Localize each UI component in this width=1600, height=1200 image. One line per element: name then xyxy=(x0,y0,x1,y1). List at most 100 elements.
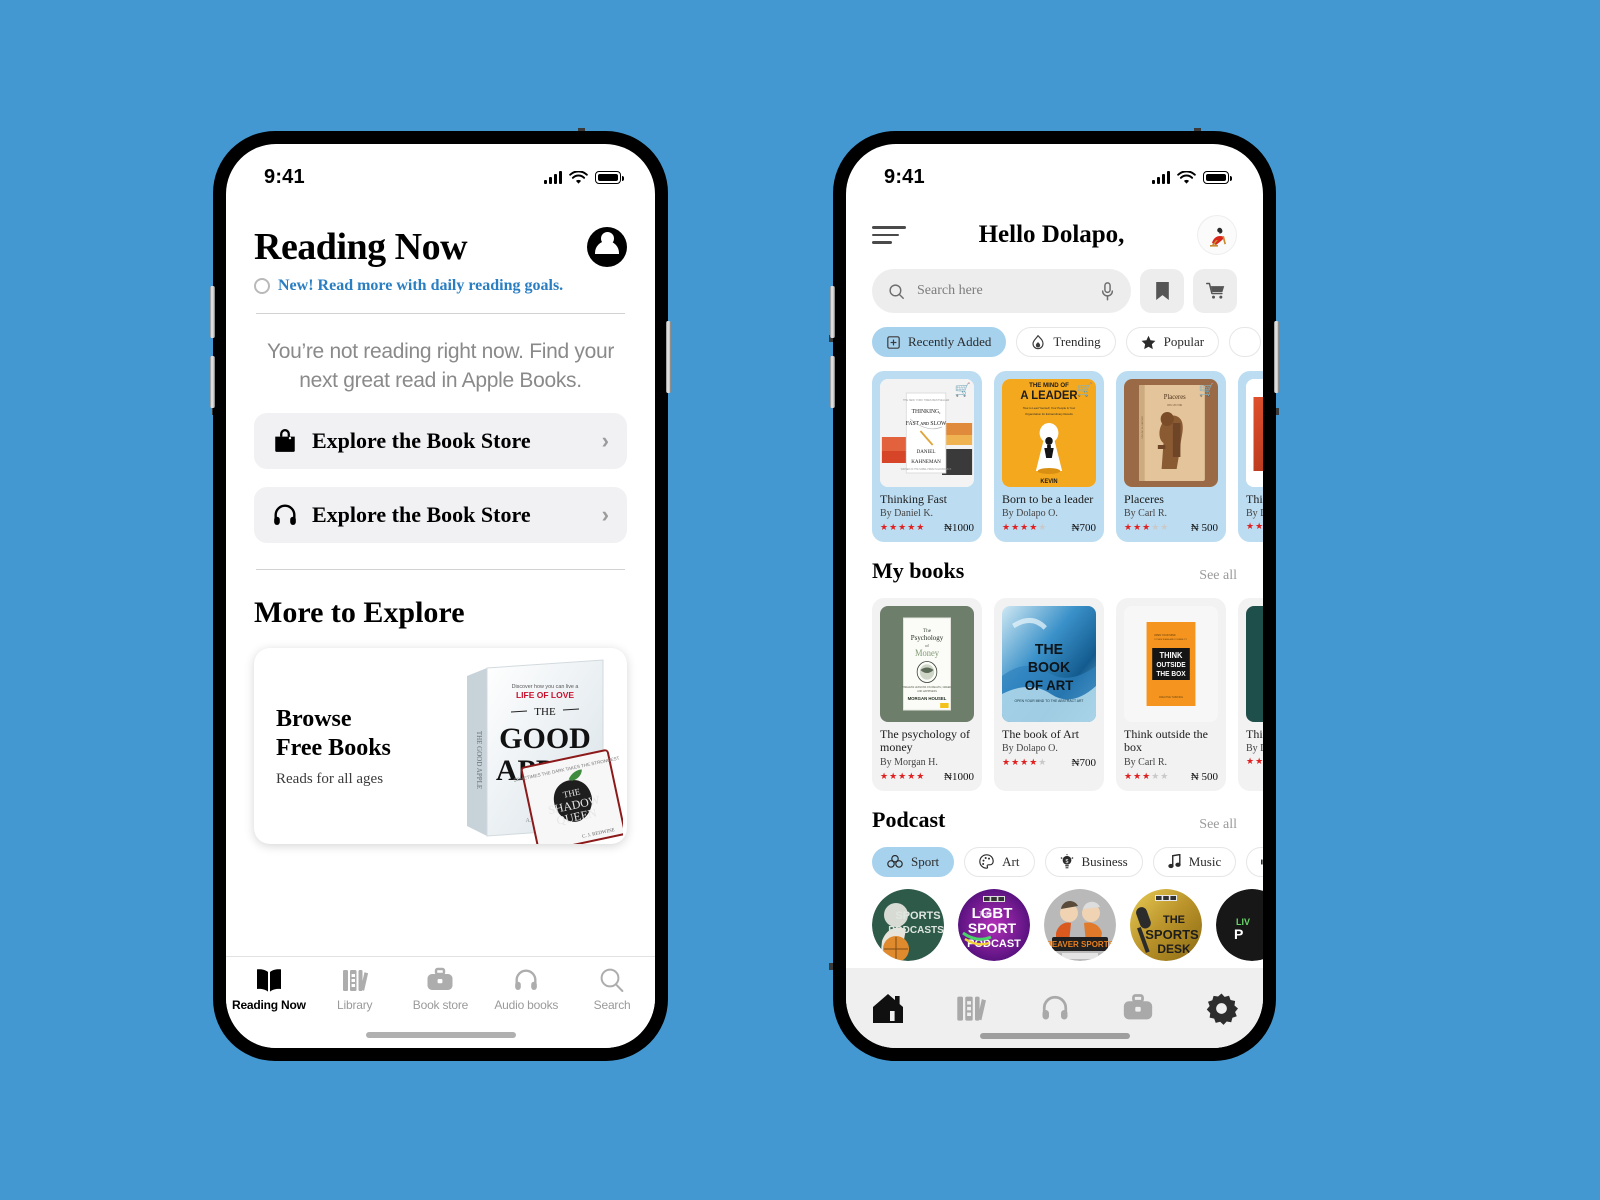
divider xyxy=(256,569,625,571)
svg-text:Psychology: Psychology xyxy=(911,634,944,642)
microphone-icon[interactable] xyxy=(1100,281,1115,301)
home-indicator[interactable] xyxy=(365,1032,516,1038)
battery-full-icon xyxy=(1203,171,1232,184)
explore-audio-store-button[interactable]: Explore the Book Store › xyxy=(254,487,627,544)
canvas: 9:41 Reading Now New! Read more with dai… xyxy=(0,0,1600,1200)
podcast-cover[interactable]: THE LGBT SPORT PODCAST xyxy=(958,888,1030,961)
tab-audio-books[interactable]: Audio books xyxy=(483,967,569,1012)
nav-item-library[interactable] xyxy=(929,993,1012,1023)
see-all-link[interactable]: See all xyxy=(1199,817,1237,833)
svg-text:P: P xyxy=(1234,926,1243,942)
power-button[interactable] xyxy=(1274,321,1279,393)
browse-free-books-card[interactable]: Browse Free Books Reads for all ages THE… xyxy=(254,648,627,845)
nav-item-settings[interactable] xyxy=(1180,992,1263,1025)
book-card[interactable]: Thin By D ★★★ xyxy=(1238,598,1263,791)
tab-search[interactable]: Search xyxy=(569,967,655,1012)
bookshelf-icon xyxy=(957,996,987,1021)
book-cover: Placeres DEL LECTOR ANA M. LLORENTE 🛒 xyxy=(1124,379,1218,487)
cart-add-icon[interactable]: 🛒 xyxy=(1199,382,1215,398)
volume-down-button[interactable] xyxy=(210,356,215,408)
book-card[interactable]: The Psychology of Money TIMELESS LESSONS… xyxy=(872,598,982,791)
volume-up-button[interactable] xyxy=(830,286,835,338)
rating-stars: ★★★★★ xyxy=(1124,523,1170,534)
section-title: My books xyxy=(872,558,965,584)
nav-item-home[interactable] xyxy=(846,993,929,1024)
featured-books-carousel[interactable]: THE NEW YORK TIMES BESTSELLER THINKING, … xyxy=(846,357,1263,543)
chip-fitness[interactable]: Fitness xyxy=(1246,846,1263,877)
book-price: ₦1000 xyxy=(944,522,974,535)
cart-button[interactable] xyxy=(1193,269,1237,313)
status-bar: 9:41 xyxy=(226,144,655,189)
svg-text:Placeres: Placeres xyxy=(1164,394,1186,401)
tab-reading-now[interactable]: Reading Now xyxy=(226,967,312,1012)
book-price: ₦1000 xyxy=(944,770,974,783)
hamburger-menu-icon[interactable] xyxy=(872,226,906,244)
book-covers-artwork: THE GOOD APPLE Discover how you can live… xyxy=(467,659,623,845)
chip-recently-added[interactable]: Recently Added xyxy=(872,327,1007,357)
book-card[interactable]: Thi By D ★★★ xyxy=(1238,371,1263,543)
tab-book-store[interactable]: Book store xyxy=(398,967,484,1012)
podcast-chip-row[interactable]: Sport Art $ Business Music xyxy=(846,833,1263,877)
volume-down-button[interactable] xyxy=(830,356,835,408)
home-indicator[interactable] xyxy=(979,1033,1130,1039)
svg-text:Organization for Extraordinary: Organization for Extraordinary Results xyxy=(1025,412,1073,416)
filter-chip-row[interactable]: Recently Added Trending Popular xyxy=(846,313,1263,357)
bookmark-icon xyxy=(1155,282,1169,300)
podcast-cover[interactable]: SPORTS PODCASTS xyxy=(872,888,944,961)
podcast-cover[interactable]: LIV P xyxy=(1216,888,1263,961)
podcast-carousel[interactable]: SPORTS PODCASTS THE LGBT SPORT PODCAST B… xyxy=(846,877,1263,961)
cart-add-icon[interactable]: 🛒 xyxy=(955,382,971,398)
bookmark-button[interactable] xyxy=(1140,269,1184,313)
star-icon xyxy=(1141,335,1156,349)
chip-business[interactable]: $ Business xyxy=(1044,846,1143,877)
see-all-link[interactable]: See all xyxy=(1199,568,1237,584)
nav-item-audio[interactable] xyxy=(1013,993,1096,1023)
rating-stars: ★★★★★ xyxy=(1002,758,1048,769)
chip-trending[interactable]: Trending xyxy=(1016,327,1116,357)
tab-label: Search xyxy=(593,998,631,1012)
volume-up-button[interactable] xyxy=(210,286,215,338)
lightbulb-money-icon: $ xyxy=(1060,853,1073,868)
svg-text:OUTSIDE: OUTSIDE xyxy=(1156,662,1186,669)
tab-label: Reading Now xyxy=(231,998,306,1012)
book-cover xyxy=(1246,606,1263,723)
svg-text:THINK: THINK xyxy=(1160,651,1183,660)
cellular-bars-icon xyxy=(1152,171,1170,184)
book-author: By D xyxy=(1246,508,1263,520)
nav-item-store[interactable] xyxy=(1096,993,1179,1023)
book-cover: THE NEW YORK TIMES BESTSELLER THINKING, … xyxy=(880,379,974,487)
phone-left-screen: 9:41 Reading Now New! Read more with dai… xyxy=(226,144,655,1048)
book-author: By Daniel K. xyxy=(880,508,934,520)
progress-ring-icon xyxy=(254,278,270,294)
book-cover: OPEN YOUR MIND TO NEW IDEAS AND POSSIBIL… xyxy=(1124,606,1218,723)
podcast-cover[interactable]: BEAVER SPORTS xyxy=(1044,888,1116,961)
daily-goals-banner[interactable]: New! Read more with daily reading goals. xyxy=(254,277,627,295)
my-books-carousel[interactable]: The Psychology of Money TIMELESS LESSONS… xyxy=(846,584,1263,791)
user-avatar-icon[interactable] xyxy=(1197,215,1237,255)
chip-overflow[interactable] xyxy=(1229,327,1262,357)
book-card[interactable]: OPEN YOUR MIND TO NEW IDEAS AND POSSIBIL… xyxy=(1116,598,1226,791)
book-card[interactable]: THE BOOK OF ART OPEN YOUR MIND TO THE AB… xyxy=(994,598,1104,791)
book-card[interactable]: THE NEW YORK TIMES BESTSELLER THINKING, … xyxy=(872,371,982,543)
search-input[interactable]: Search here xyxy=(872,269,1131,313)
open-book-icon xyxy=(256,969,281,992)
chip-art[interactable]: Art xyxy=(964,846,1035,877)
svg-text:SPORTS: SPORTS xyxy=(895,910,940,922)
explore-book-store-button[interactable]: Explore the Book Store › xyxy=(254,413,627,470)
book-cover: THE MIND OF A LEADER How to Lead Yoursel… xyxy=(1002,379,1096,487)
chip-sport[interactable]: Sport xyxy=(872,846,955,877)
power-button[interactable] xyxy=(666,321,671,393)
chip-music[interactable]: Music xyxy=(1152,846,1237,877)
book-title: The book of Art xyxy=(1002,727,1079,742)
bookshelf-icon xyxy=(342,970,368,991)
podcast-cover[interactable]: THE SPORTS DESK xyxy=(1130,888,1202,961)
tab-library[interactable]: Library xyxy=(312,967,398,1012)
book-card[interactable]: Placeres DEL LECTOR ANA M. LLORENTE 🛒 Pl… xyxy=(1116,371,1226,543)
book-card[interactable]: THE MIND OF A LEADER How to Lead Yoursel… xyxy=(994,371,1104,543)
empty-state-message: You’re not reading right now. Find your … xyxy=(266,340,615,392)
cart-add-icon[interactable]: 🛒 xyxy=(1077,382,1093,398)
svg-text:THE BOX: THE BOX xyxy=(1156,671,1186,678)
chip-popular[interactable]: Popular xyxy=(1125,327,1220,357)
account-avatar-icon[interactable] xyxy=(587,227,627,267)
chip-label: Art xyxy=(1002,853,1020,869)
